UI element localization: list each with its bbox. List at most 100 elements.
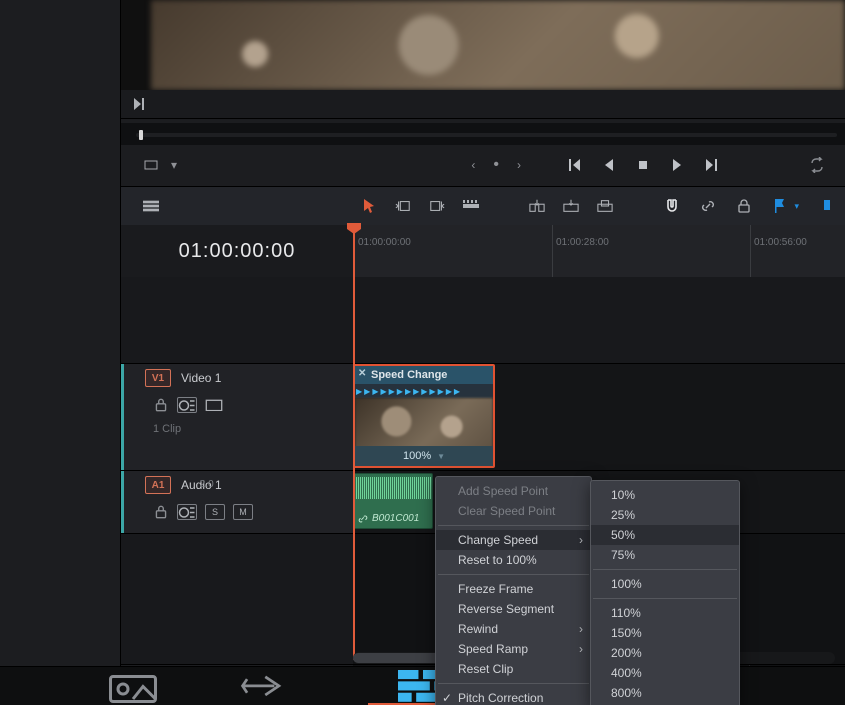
solo-button[interactable]: S	[205, 504, 225, 520]
audio-track-header[interactable]: A1 Audio 1 2.0 S M	[121, 471, 353, 534]
video-clip-count: 1 Clip	[121, 418, 181, 440]
change-speed-submenu[interactable]: 10%25%50%75% 100% 110%150%200%400%800%	[590, 480, 740, 705]
timecode-display[interactable]: 01:00:00:00	[121, 225, 354, 277]
chevron-right-icon: ›	[579, 622, 583, 636]
track-header-gap	[121, 277, 353, 364]
play-icon[interactable]	[669, 157, 685, 173]
speed-option[interactable]: 110%	[591, 603, 739, 623]
auto-select-icon[interactable]	[177, 504, 197, 520]
menu-item: Clear Speed Point	[436, 501, 591, 521]
chevron-right-icon[interactable]: ›	[511, 157, 527, 173]
speed-option[interactable]: 150%	[591, 623, 739, 643]
replace-icon[interactable]	[597, 198, 613, 214]
trim-start-icon[interactable]	[395, 198, 411, 214]
speed-option[interactable]: 10%	[591, 485, 739, 505]
audio-track-badge[interactable]: A1	[145, 476, 171, 494]
media-page-icon[interactable]	[108, 674, 158, 698]
speed-context-menu[interactable]: Add Speed PointClear Speed Point Change S…	[435, 476, 592, 705]
video-track-header[interactable]: V1 Video 1 1 Clip	[121, 364, 353, 471]
chevron-left-icon[interactable]: ‹	[465, 157, 481, 173]
timeline-ruler[interactable]: 01:00:00:00 01:00:28:00 01:00:56:00	[354, 225, 845, 277]
flag-dropdown-icon[interactable]: ▾	[794, 201, 799, 212]
track-lane-gap	[353, 277, 845, 364]
timeline-view-icon[interactable]	[143, 198, 159, 214]
video-track-badge[interactable]: V1	[145, 369, 171, 387]
lock-icon[interactable]	[153, 397, 169, 413]
selection-arrow-icon[interactable]	[361, 198, 377, 214]
timeline-toolbar: ▾	[121, 186, 845, 226]
lock-icon[interactable]	[736, 198, 752, 214]
viewer-panel	[121, 0, 845, 119]
chevron-down-icon[interactable]: ▼	[437, 452, 445, 461]
video-track-name: Video 1	[181, 371, 221, 385]
speed-change-label: ✕ Speed Change	[355, 366, 493, 384]
speed-option[interactable]: 50%	[591, 525, 739, 545]
speed-option[interactable]: 200%	[591, 643, 739, 663]
flag-marker-icon[interactable]	[772, 198, 788, 214]
viewer-bottom-strip	[121, 90, 845, 118]
play-reverse-icon[interactable]	[601, 157, 617, 173]
playback-controls	[567, 157, 719, 173]
menu-item[interactable]: Reverse Segment	[436, 599, 591, 619]
marquee-icon[interactable]	[143, 157, 159, 173]
ruler-tick: 01:00:56:00	[754, 237, 807, 248]
insert-icon[interactable]	[529, 198, 545, 214]
overwrite-icon[interactable]	[563, 198, 579, 214]
menu-item[interactable]: Reset Clip	[436, 659, 591, 679]
scrub-bar[interactable]	[121, 122, 845, 146]
inspector-panel-placeholder	[0, 0, 121, 705]
menu-item[interactable]: Speed Ramp›	[436, 639, 591, 659]
snap-icon[interactable]	[664, 198, 680, 214]
speed-option[interactable]: 25%	[591, 505, 739, 525]
viewer-dropdown-icon[interactable]: ▾	[171, 158, 177, 172]
link-icon[interactable]	[700, 198, 716, 214]
nav-prev-next: ‹ • ›	[465, 156, 527, 174]
menu-item[interactable]: Freeze Frame	[436, 579, 591, 599]
video-track-lane[interactable]: ✕ Speed Change ▶▶▶▶▶▶▶▶▶▶▶▶▶ 100%▼	[353, 364, 845, 471]
speed-option[interactable]: 800%	[591, 683, 739, 703]
clip-speed-readout[interactable]: 100%▼	[355, 446, 493, 466]
auto-select-icon[interactable]	[177, 397, 197, 413]
skip-back-icon[interactable]	[567, 157, 583, 173]
transport-bar: ▾ ‹ • ›	[121, 150, 845, 180]
playhead[interactable]	[353, 225, 355, 660]
speed-option[interactable]: 400%	[591, 663, 739, 683]
mute-button[interactable]: M	[233, 504, 253, 520]
speed-option[interactable]: 75%	[591, 545, 739, 565]
link-icon	[358, 514, 368, 524]
trim-end-icon[interactable]	[429, 198, 445, 214]
track-header-empty	[121, 534, 353, 665]
audio-clip[interactable]: B001C001	[353, 473, 433, 529]
menu-item: Add Speed Point	[436, 481, 591, 501]
cut-page-icon[interactable]	[238, 674, 288, 698]
scrub-track	[136, 133, 837, 137]
menu-item[interactable]: Rewind›	[436, 619, 591, 639]
marker-icon[interactable]	[819, 198, 835, 214]
speed-option[interactable]: 100%	[591, 574, 739, 594]
chevron-right-icon: ›	[579, 533, 583, 547]
next-frame-icon[interactable]	[131, 96, 147, 112]
clip-thumbnail	[355, 398, 493, 450]
skip-forward-icon[interactable]	[703, 157, 719, 173]
audio-clip-label: B001C001	[372, 513, 419, 524]
lock-icon[interactable]	[153, 504, 169, 520]
audio-meter-label: 2.0	[200, 479, 214, 490]
timecode-row: 01:00:00:00 01:00:00:00 01:00:28:00 01:0…	[121, 225, 845, 278]
loop-icon[interactable]	[809, 157, 825, 173]
scrub-handle[interactable]	[139, 130, 143, 140]
audio-waveform	[354, 477, 432, 499]
dot-icon[interactable]: •	[493, 156, 499, 174]
video-clip[interactable]: ✕ Speed Change ▶▶▶▶▶▶▶▶▶▶▶▶▶ 100%▼	[353, 364, 495, 468]
menu-item[interactable]: Reset to 100%	[436, 550, 591, 570]
chevron-right-icon: ›	[579, 642, 583, 656]
stop-icon[interactable]	[635, 157, 651, 173]
ruler-tick: 01:00:28:00	[556, 237, 609, 248]
ruler-tick: 01:00:00:00	[358, 237, 411, 248]
close-icon[interactable]: ✕	[358, 368, 366, 379]
menu-item[interactable]: Change Speed›	[436, 530, 591, 550]
track-headers: V1 Video 1 1 Clip A1 Audio 1 2.0	[121, 277, 354, 667]
viewer-frame	[151, 0, 845, 90]
blade-icon[interactable]	[463, 198, 479, 214]
menu-item[interactable]: ✓Pitch Correction	[436, 688, 591, 705]
rect-icon[interactable]	[205, 398, 223, 412]
